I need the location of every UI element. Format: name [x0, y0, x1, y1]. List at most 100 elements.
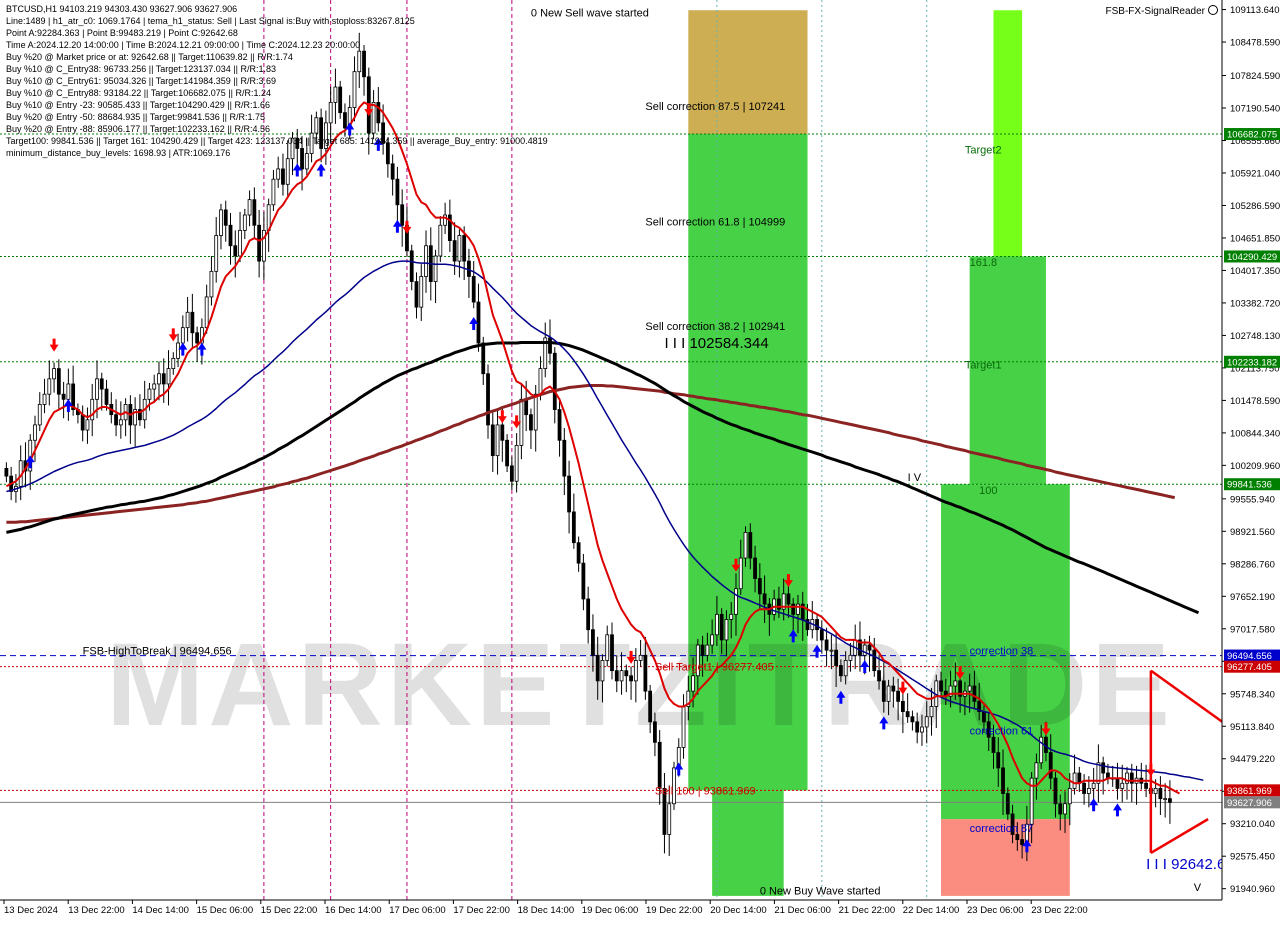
candle-body — [171, 357, 176, 370]
candle-body — [667, 803, 672, 835]
chart-annotation: Sell correction 61.8 | 104999 — [645, 216, 785, 228]
candle-body — [495, 424, 500, 457]
candle-body — [1129, 772, 1134, 784]
price-tick-label: 97652.190 — [1230, 592, 1275, 603]
candle-body — [252, 199, 257, 226]
price-tick-label: 104017.350 — [1230, 266, 1280, 277]
price-tick-label: 103382.720 — [1230, 298, 1280, 309]
candle-body — [4, 468, 9, 477]
candle-body — [247, 199, 252, 216]
candle-body — [471, 276, 476, 303]
chart-annotation: 161.8 — [970, 257, 998, 269]
candle-body — [1034, 762, 1039, 779]
candle-body — [500, 424, 505, 441]
candle-body — [505, 439, 509, 467]
candle-body — [238, 229, 242, 257]
candle-body — [824, 639, 829, 651]
candle-body — [390, 163, 395, 180]
candle-body — [571, 511, 576, 544]
candle-body — [877, 670, 881, 682]
candle-body — [896, 690, 901, 702]
candle-body — [848, 654, 853, 661]
candle-body — [114, 414, 118, 426]
candle-body — [1048, 752, 1053, 779]
candle-body — [1115, 777, 1120, 789]
candle-body — [1144, 782, 1148, 789]
candle-body — [891, 685, 896, 692]
candle-body — [214, 235, 219, 272]
candle-body — [953, 680, 958, 687]
candle-body — [195, 332, 200, 344]
candle-body — [657, 741, 662, 789]
candle-body — [838, 665, 843, 677]
candle-body — [1158, 787, 1163, 800]
candle-body — [548, 337, 552, 354]
candle-body — [95, 378, 99, 400]
candle-body — [419, 276, 424, 308]
fib-zone-rect — [993, 10, 1023, 257]
candle-body — [524, 398, 529, 416]
candle-body — [490, 424, 495, 457]
price-tick-label: 97017.580 — [1230, 624, 1275, 635]
candle-body — [457, 235, 462, 262]
candle-body — [443, 214, 447, 226]
candle-body — [462, 235, 467, 262]
candle-body — [161, 373, 166, 385]
info-line: Buy %10 @ C_Entry61: 95034.326 || Target… — [6, 76, 276, 86]
price-tick-label: 108478.590 — [1230, 38, 1280, 49]
candle-body — [219, 209, 223, 236]
candle-body — [633, 660, 638, 682]
info-line: Buy %20 @ Entry -88: 85906.177 || Target… — [6, 124, 270, 134]
candle-body — [452, 240, 457, 262]
candle-body — [576, 542, 581, 564]
candle-body — [152, 383, 157, 390]
price-tick-label: 95748.340 — [1230, 689, 1275, 700]
chart-annotation: Sell 100 | 93861.969 — [655, 786, 756, 798]
candle-body — [276, 168, 281, 180]
candle-body — [715, 613, 719, 636]
candle-body — [886, 685, 891, 702]
candle-body — [223, 209, 228, 226]
candle-body — [920, 726, 924, 733]
candle-body — [1001, 767, 1005, 794]
level-price-tag-label: 104290.429 — [1227, 252, 1277, 263]
candle-body — [56, 368, 61, 395]
candle-body — [881, 680, 886, 702]
candle-body — [1063, 803, 1067, 815]
candle-body — [37, 404, 42, 426]
candle-body — [1015, 834, 1020, 840]
chart-window[interactable]: MARKETZITRADE 0 New Sell wave started Sel… — [0, 0, 1280, 920]
candle-body — [982, 711, 986, 723]
level-price-tag-label: 96277.405 — [1227, 662, 1272, 673]
candle-body — [66, 383, 71, 400]
candle-body — [967, 685, 972, 692]
price-tick-label: 91940.960 — [1230, 884, 1275, 895]
candle-body — [552, 352, 557, 410]
chart-annotation: Sell correction 38.2 | 102941 — [645, 321, 785, 333]
time-tick-label: 17 Dec 22:00 — [453, 905, 510, 916]
level-price-tag-label: 99841.536 — [1227, 480, 1272, 491]
candle-body — [486, 373, 490, 426]
chart-annotation: correction 38 — [970, 645, 1034, 657]
candle-body — [228, 224, 233, 247]
fib-zone-rect — [712, 790, 784, 896]
candle-body — [710, 634, 715, 646]
time-tick-label: 20 Dec 14:00 — [710, 905, 767, 916]
candle-body — [829, 649, 834, 652]
candle-body — [414, 281, 419, 308]
chart-annotation: correction 61 — [970, 726, 1034, 738]
candle-body — [1153, 787, 1158, 794]
level-price-tag-label: 102233.182 — [1227, 357, 1277, 368]
info-line: Time A:2024.12.20 14:00:00 | Time B:2024… — [6, 40, 361, 50]
candle-body — [605, 634, 610, 661]
candle-body — [118, 419, 123, 426]
candle-body — [567, 475, 571, 513]
candle-body — [643, 654, 648, 692]
candle-body — [481, 342, 486, 375]
chart-annotation: 100 — [979, 485, 997, 497]
price-tick-label: 98921.560 — [1230, 527, 1275, 538]
chart-annotation: 0 New Sell wave started — [531, 7, 649, 19]
chart-annotation: Sell Target1 | 96277.405 — [655, 662, 774, 674]
time-tick-label: 15 Dec 22:00 — [261, 905, 318, 916]
candle-body — [939, 680, 943, 692]
